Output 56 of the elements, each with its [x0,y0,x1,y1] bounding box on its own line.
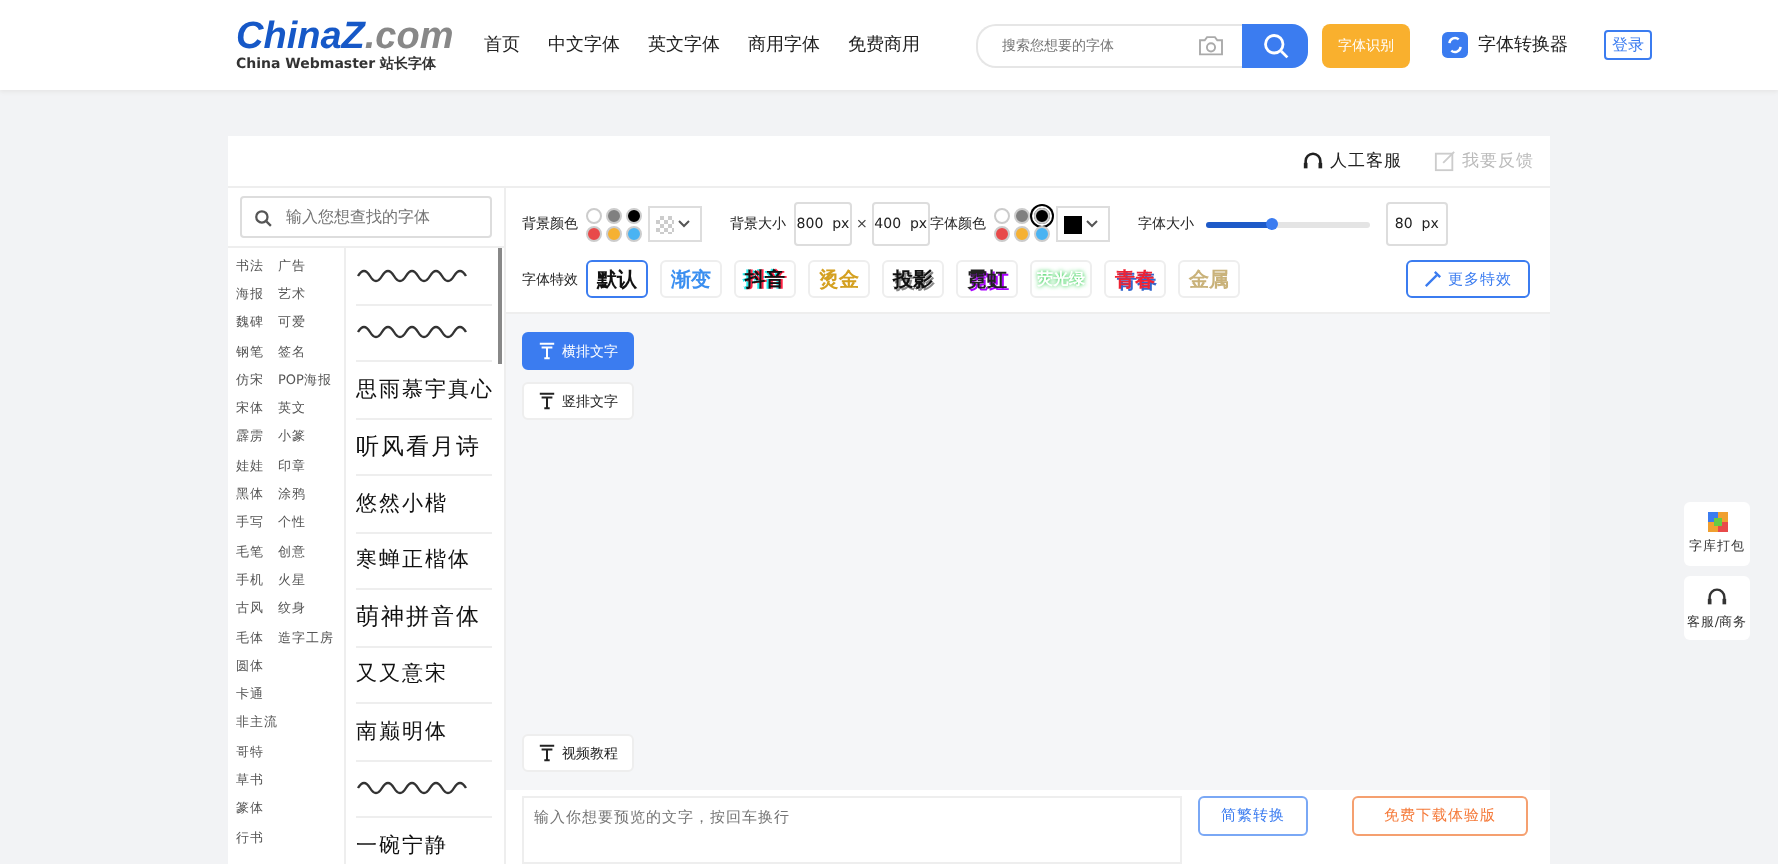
customer-service-link[interactable]: 人工客服 [1302,149,1402,173]
camera-icon[interactable] [1198,34,1224,56]
text-icon [538,392,556,410]
package-icon [1707,512,1727,532]
color-swatch[interactable] [993,207,1010,223]
converter-icon [1442,32,1468,58]
font-sample[interactable]: 南巅明体 [356,717,448,746]
slider-thumb[interactable] [1265,218,1278,230]
color-swatch[interactable] [626,225,642,241]
effect-button[interactable]: 抖音 [734,260,796,298]
search-icon [254,207,272,227]
font-sample[interactable]: 一碗宁静 [356,831,448,860]
color-swatch[interactable] [586,225,602,241]
magic-wand-icon [1424,270,1442,288]
login-button[interactable]: 登录 [1604,30,1652,60]
color-swatch[interactable] [626,207,642,223]
effect-button[interactable]: 霓虹 [956,260,1018,298]
nav-link[interactable]: 中文字体 [548,32,620,58]
nav-link[interactable]: 商用字体 [748,32,820,58]
font-sample[interactable]: 悠然小楷 [356,489,448,518]
text-icon [538,744,556,762]
color-swatch[interactable] [1013,207,1030,223]
color-swatch[interactable] [606,225,622,241]
color-swatch[interactable] [993,225,1010,241]
font-sample[interactable]: 寒蝉正楷体 [356,546,471,575]
color-swatch[interactable] [1033,225,1050,241]
nav-link[interactable]: 免费商用 [848,32,920,58]
font-sample[interactable]: 萌神拼音体 [356,602,481,633]
search-icon [1261,31,1289,59]
font-sample[interactable]: 思雨慕宇真心 [356,375,494,404]
color-swatch[interactable] [586,207,602,223]
font-sample[interactable]: 又又意宋 [356,660,448,689]
color-swatch[interactable] [606,207,622,223]
headset-icon [1706,585,1728,607]
pattern-swatch [656,215,674,233]
caret-icon [678,220,690,228]
search-button[interactable] [1242,23,1308,67]
headset-icon [1302,150,1324,172]
effect-button[interactable]: 投影 [882,260,944,298]
color-swatch[interactable] [1013,225,1030,241]
font-search-input[interactable]: 输入您想查找的字体 [282,206,490,228]
font-search-field[interactable]: 输入您想查找的字体 [240,196,492,238]
scrollbar[interactable] [498,248,502,364]
color-picker[interactable] [1055,206,1110,242]
font-size-slider[interactable] [1205,221,1370,227]
color-swatch[interactable] [1033,207,1050,223]
edit-icon [1434,150,1456,172]
font-sample[interactable]: 听风看月诗 [356,431,481,462]
nav-link[interactable]: 英文字体 [648,32,720,58]
nav-link[interactable]: 首页 [484,32,520,58]
font-converter-link[interactable]: 字体转换器 [1442,32,1568,58]
effect-button[interactable]: 青春 [1104,260,1166,298]
effect-button[interactable]: 默认 [586,260,648,298]
color-preview-swatch [1063,215,1082,233]
caret-icon [1085,220,1098,228]
text-icon [538,342,556,360]
